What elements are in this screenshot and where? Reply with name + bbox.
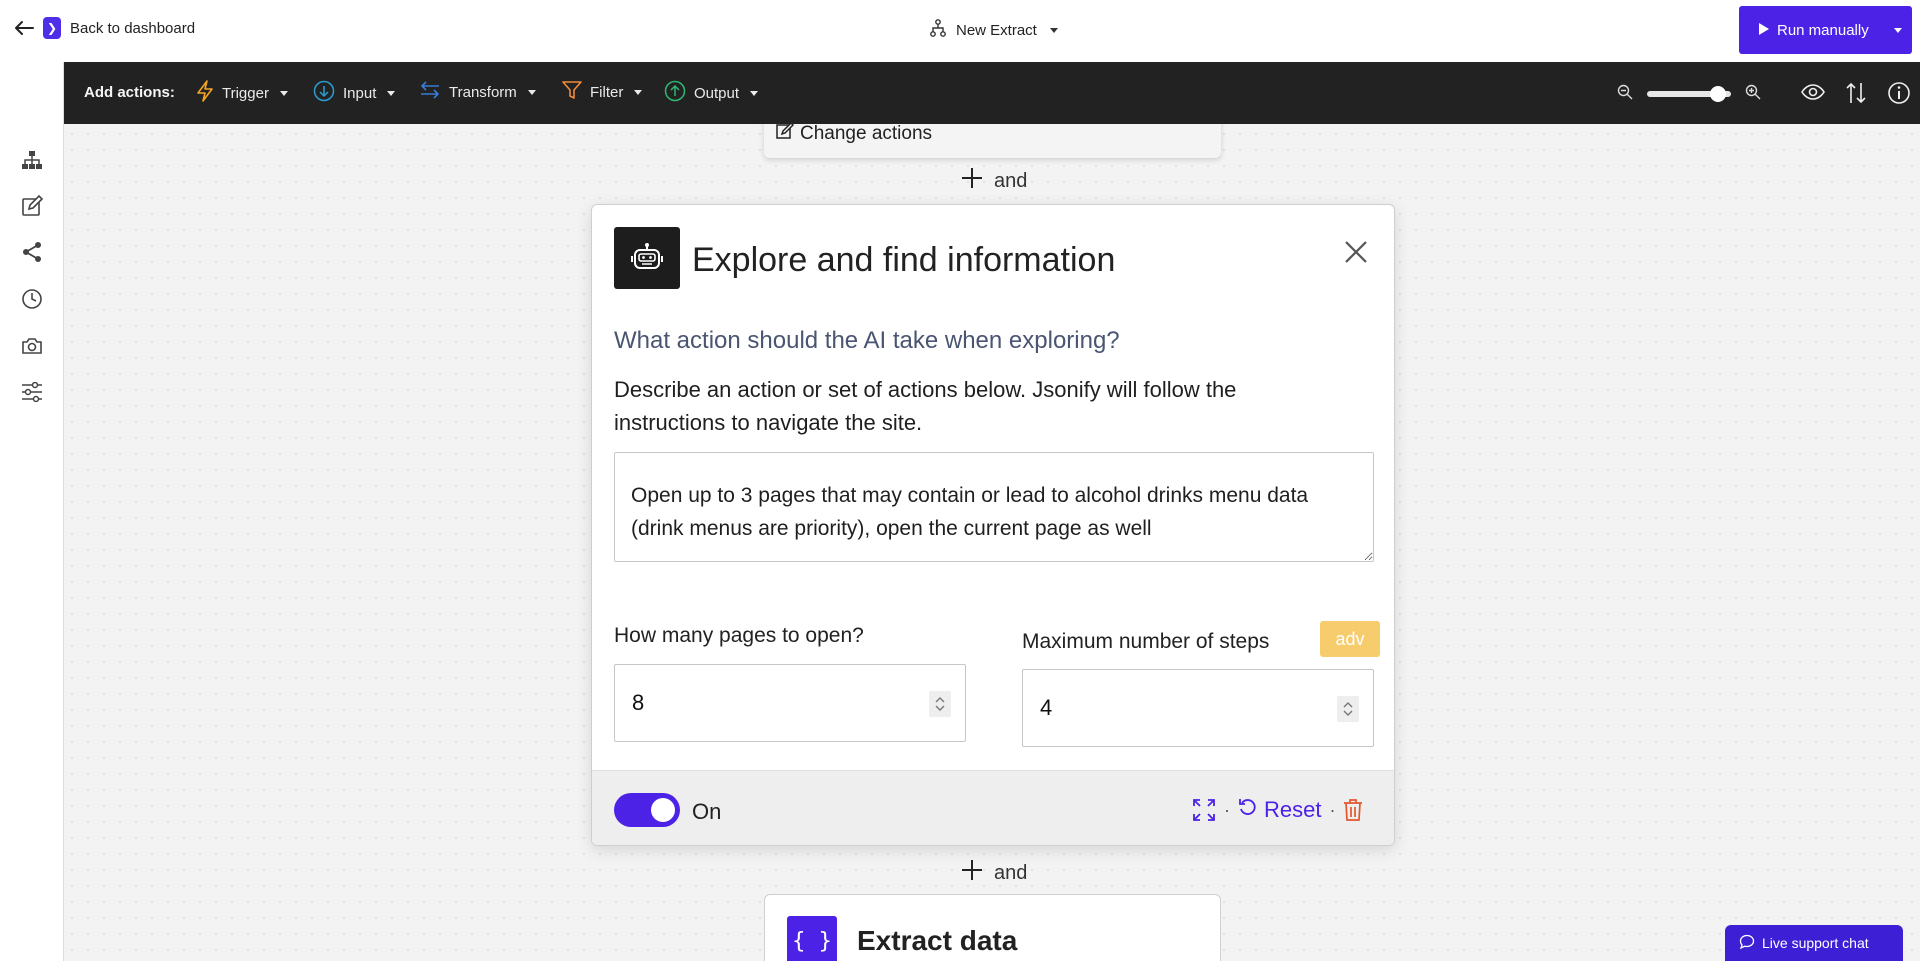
and-label: and [994, 861, 1028, 884]
expand-icon[interactable] [1192, 798, 1216, 822]
chevron-down-icon [634, 89, 643, 95]
sort-arrows-icon[interactable] [1845, 81, 1867, 109]
question-heading: What action should the AI take when expl… [614, 327, 1120, 354]
reset-button[interactable]: Reset [1238, 797, 1321, 823]
filter-menu[interactable]: Filter [562, 80, 643, 104]
settings-sliders-icon[interactable] [20, 380, 44, 404]
swap-arrows-icon [419, 80, 441, 104]
input-menu[interactable]: Input [313, 80, 396, 106]
and-label: and [994, 169, 1028, 192]
filter-label: Filter [590, 83, 624, 101]
plus-icon [960, 858, 984, 888]
run-manually-button[interactable]: Run manually [1739, 6, 1881, 54]
extract-data-card[interactable]: { } Extract data [764, 894, 1221, 961]
output-label: Output [694, 84, 740, 102]
live-support-chat-label: Live support chat [1762, 935, 1869, 951]
chevron-down-icon [527, 89, 536, 95]
flow-icon [930, 19, 946, 41]
chevron-down-icon [279, 90, 288, 96]
separator-dot: · [1329, 799, 1336, 820]
toggle-knob [651, 798, 675, 822]
chevron-down-icon [1049, 27, 1058, 33]
advanced-badge: adv [1320, 621, 1380, 657]
zoom-in-icon[interactable] [1745, 84, 1761, 104]
extract-name: New Extract [956, 21, 1037, 39]
zoom-out-icon[interactable] [1617, 84, 1633, 104]
trash-icon[interactable] [1343, 799, 1363, 821]
card-actions: · Reset · [1192, 797, 1363, 823]
card-title: Explore and find information [692, 241, 1116, 279]
funnel-icon [562, 80, 582, 104]
input-label: Input [343, 84, 377, 102]
run-manually-button-group: Run manually [1739, 6, 1912, 54]
reset-icon [1238, 797, 1258, 823]
zoom-controls [1617, 84, 1761, 104]
arrow-down-circle-icon [313, 80, 335, 106]
max-steps-value: 4 [1040, 695, 1053, 720]
arrow-up-circle-icon [664, 80, 686, 106]
arrow-left-icon [14, 20, 34, 36]
instructions-textarea[interactable]: Open up to 3 pages that may contain or l… [614, 452, 1374, 562]
explore-action-card: Explore and find information What action… [591, 204, 1395, 846]
reset-label: Reset [1264, 797, 1322, 822]
camera-icon[interactable] [20, 334, 44, 358]
card-footer: On · Reset · [592, 770, 1394, 845]
jsonify-logo-icon: ❯ [43, 17, 61, 39]
robot-icon [614, 227, 680, 289]
output-menu[interactable]: Output [664, 80, 759, 106]
zoom-slider-handle[interactable] [1710, 86, 1727, 102]
play-icon [1759, 22, 1769, 39]
edit-icon [776, 121, 795, 146]
trigger-label: Trigger [222, 84, 269, 102]
workflow-canvas[interactable]: Change actions Add actions: Trigger Inpu… [63, 62, 1920, 961]
chevron-down-icon [1894, 27, 1902, 33]
pages-to-open-value: 8 [632, 690, 645, 715]
enabled-toggle[interactable] [614, 793, 680, 827]
info-icon[interactable] [1887, 81, 1911, 109]
extract-name-dropdown[interactable]: New Extract [930, 19, 1058, 41]
transform-menu[interactable]: Transform [419, 80, 536, 104]
zoom-slider[interactable] [1647, 86, 1731, 102]
run-options-dropdown[interactable] [1881, 6, 1912, 54]
extract-data-title: Extract data [857, 925, 1018, 956]
chevron-down-icon [750, 90, 759, 96]
chevron-down-icon [387, 90, 396, 96]
left-sidebar [0, 62, 64, 961]
description-text: Describe an action or set of actions bel… [614, 377, 1237, 435]
pages-to-open-input[interactable]: 8 [614, 664, 966, 742]
braces-icon: { } [787, 916, 837, 961]
live-support-chat-button[interactable]: Live support chat [1725, 925, 1903, 961]
lightning-icon [196, 80, 214, 106]
add-actions-label: Add actions: [84, 84, 175, 101]
share-icon[interactable] [20, 240, 44, 264]
chat-bubble-icon [1739, 934, 1755, 953]
run-manually-label: Run manually [1777, 21, 1869, 39]
plus-icon [960, 166, 984, 196]
separator-dot: · [1224, 799, 1230, 820]
close-icon[interactable] [1339, 235, 1373, 269]
trigger-menu[interactable]: Trigger [196, 80, 288, 106]
history-icon[interactable] [20, 287, 44, 311]
back-to-dashboard-label: Back to dashboard [70, 19, 196, 37]
pages-stepper[interactable] [929, 691, 951, 717]
add-actions-toolbar: Add actions: Trigger Input Transform Fil… [64, 62, 1920, 124]
change-actions-button[interactable]: Change actions [776, 121, 933, 146]
change-actions-label: Change actions [800, 123, 933, 144]
max-steps-label: Maximum number of steps [1022, 630, 1270, 653]
toggle-label: On [692, 799, 722, 824]
hierarchy-icon[interactable] [20, 148, 44, 172]
back-to-dashboard-link[interactable]: ❯ Back to dashboard [14, 17, 195, 39]
edit-icon[interactable] [20, 194, 44, 218]
max-steps-input[interactable]: 4 [1022, 669, 1374, 747]
pages-to-open-label: How many pages to open? [614, 624, 864, 647]
eye-icon[interactable] [1801, 81, 1825, 107]
add-and-action-button[interactable]: and [960, 858, 1027, 888]
transform-label: Transform [449, 83, 517, 101]
steps-stepper[interactable] [1337, 696, 1359, 722]
top-bar: ❯ Back to dashboard New Extract Run manu… [0, 0, 1920, 62]
add-and-action-button[interactable]: and [960, 166, 1027, 196]
